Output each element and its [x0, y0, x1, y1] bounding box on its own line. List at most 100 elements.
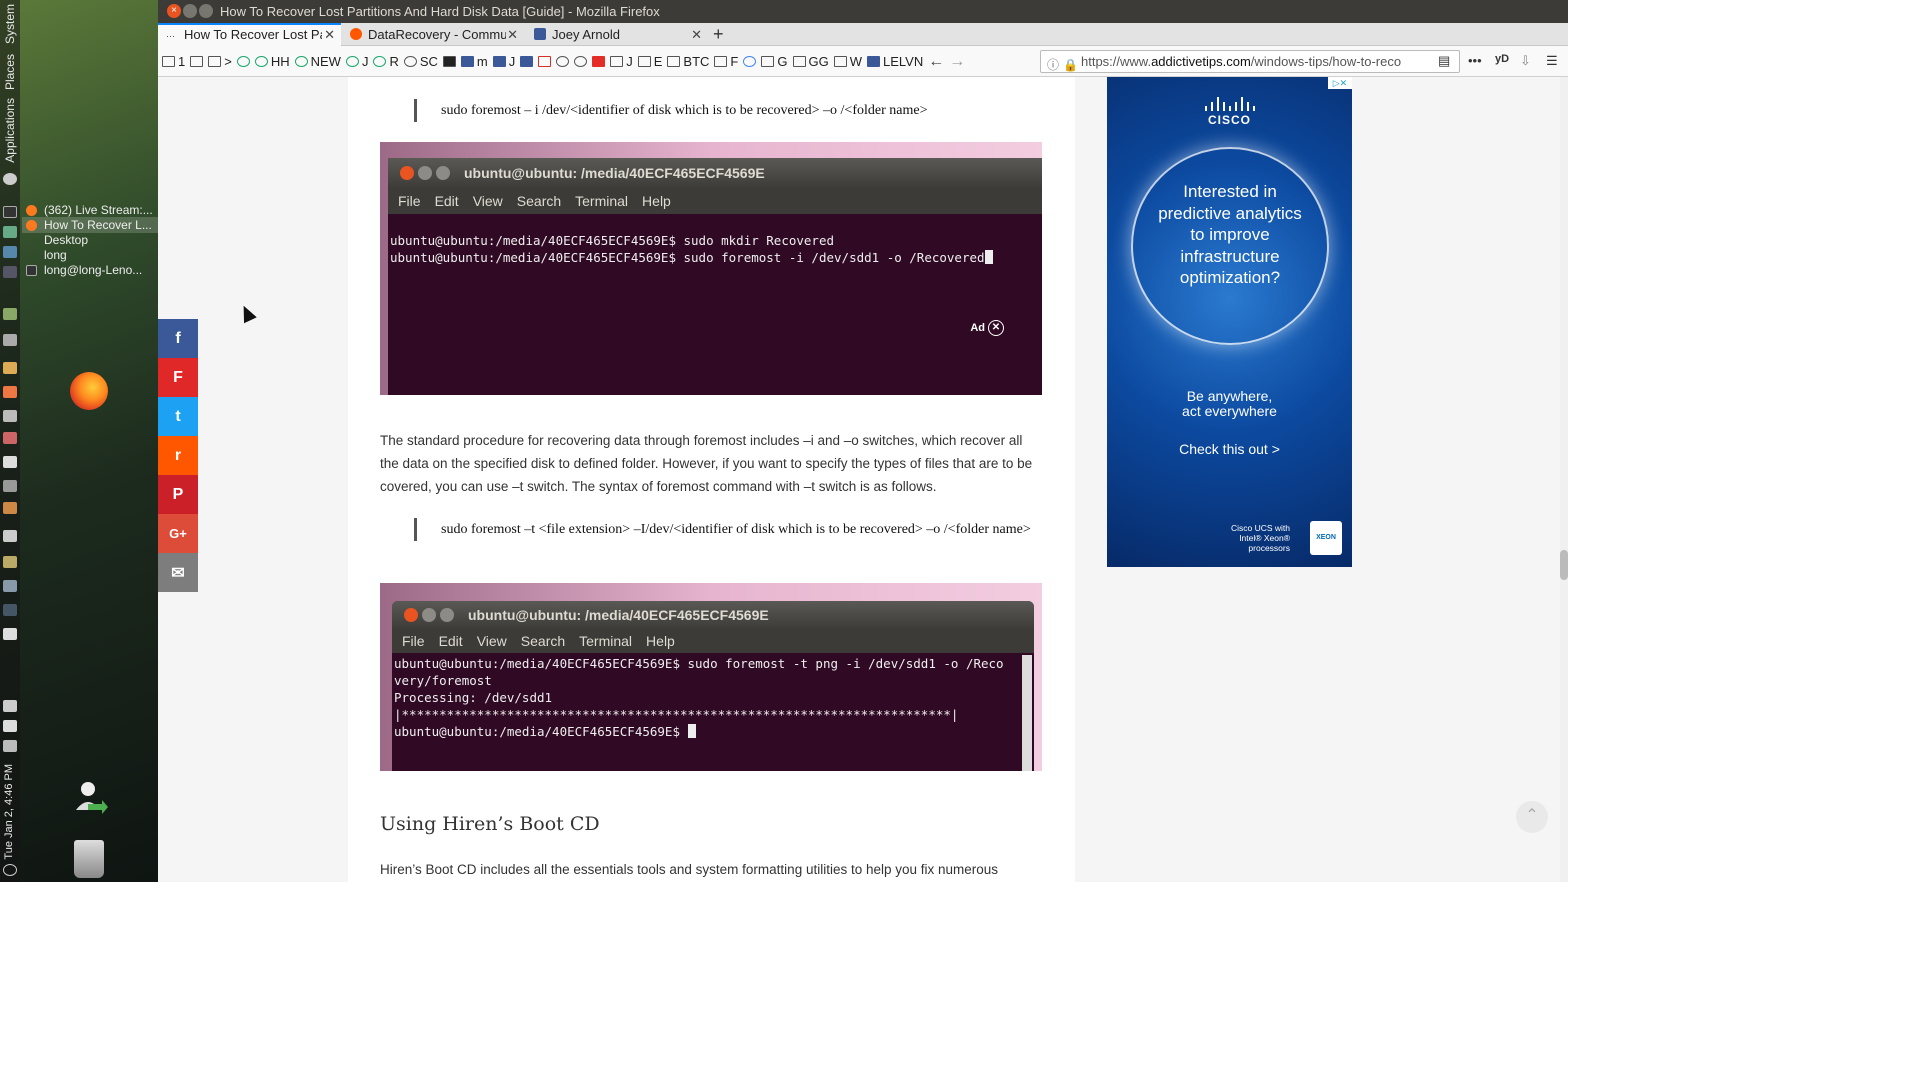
back-arrow-icon[interactable]: ← [928, 53, 944, 71]
share-reddit-button[interactable]: r [158, 436, 198, 475]
window-item-terminal[interactable]: long@long-Leno... [22, 262, 158, 278]
bookmark-10[interactable] [442, 56, 456, 67]
bookmark-folder-3[interactable]: > [208, 54, 232, 69]
maximize-window-button[interactable] [199, 4, 213, 18]
launcher-icon-6[interactable] [3, 432, 17, 444]
new-tab-button[interactable]: + [713, 23, 724, 45]
share-googleplus-button[interactable]: G+ [158, 514, 198, 553]
share-flipboard-button[interactable]: F [158, 358, 198, 397]
bookmark-folder-btc[interactable]: BTC [667, 54, 709, 69]
tab-how-to-recover[interactable]: ··· How To Recover Lost Pa ✕ [158, 23, 341, 46]
scrollbar-thumb[interactable] [1560, 550, 1568, 580]
forward-arrow-icon[interactable]: → [949, 53, 965, 71]
cisco-ad[interactable]: ▷✕ CISCO Interested in predictive analyt… [1107, 77, 1352, 567]
terminal-scrollbar[interactable] [1022, 655, 1032, 771]
tab-joey-arnold[interactable]: Joey Arnold ✕ [526, 23, 708, 46]
bookmark-youtube[interactable] [592, 56, 606, 67]
bookmark-hh[interactable]: HH [254, 54, 290, 69]
bookmark-gmail[interactable] [538, 56, 552, 67]
window-item-long[interactable]: long [22, 247, 158, 263]
power-icon[interactable] [3, 864, 17, 876]
battery-icon[interactable] [3, 740, 17, 752]
share-email-button[interactable]: ✉ [158, 553, 198, 592]
tab-datarecovery[interactable]: DataRecovery - Commun ✕ [342, 23, 524, 46]
launcher-icon-10[interactable] [3, 530, 17, 542]
bookmark-15[interactable] [556, 56, 570, 67]
close-tab-icon[interactable]: ✕ [691, 23, 702, 46]
reader-view-icon[interactable]: ▤ [1438, 53, 1450, 69]
menu-system[interactable]: System [3, 4, 17, 44]
window-item-recover[interactable]: How To Recover L... [22, 217, 158, 233]
bookmark-r[interactable]: R [373, 54, 399, 69]
bookmark-new[interactable]: NEW [294, 54, 341, 69]
share-pinterest-button[interactable]: P [158, 475, 198, 514]
bookmark-folder-j[interactable]: J [610, 54, 633, 69]
close-tab-icon[interactable]: ✕ [507, 23, 518, 46]
bookmark-j[interactable]: J [345, 54, 368, 69]
display-icon[interactable] [3, 266, 17, 278]
bookmark-folder-1[interactable]: 1 [162, 54, 185, 69]
bookmark-16[interactable] [574, 56, 588, 67]
share-twitter-button[interactable]: t [158, 397, 198, 436]
ubuntu-icon[interactable] [3, 173, 17, 185]
bookmark-folder-g[interactable]: G [761, 54, 788, 69]
launcher-icon-9[interactable] [3, 502, 17, 514]
url-bar[interactable]: ⓘ 🔒 https://www.addictivetips.com/window… [1040, 50, 1460, 73]
bookmark-fb[interactable] [520, 56, 534, 67]
menu-applications[interactable]: Applications [3, 98, 17, 163]
close-ad-icon[interactable]: ✕ [988, 320, 1004, 336]
launcher-icon-7[interactable] [3, 456, 17, 468]
menu-places[interactable]: Places [3, 54, 17, 90]
launcher-icon-14[interactable] [3, 628, 17, 640]
user-switch-icon[interactable] [72, 780, 108, 820]
launcher-icon-5[interactable] [3, 410, 17, 422]
terminal-icon[interactable] [3, 206, 17, 218]
launcher-icon-11[interactable] [3, 556, 17, 568]
scroll-to-top-button[interactable]: ⌃ [1516, 801, 1548, 833]
bookmark-4[interactable] [236, 56, 250, 67]
bookmark-folder-e[interactable]: E [637, 54, 662, 69]
bookmark-sc[interactable]: SC [403, 54, 438, 69]
volume-icon[interactable] [3, 720, 17, 732]
bookmark-folder-f[interactable]: F [714, 54, 738, 69]
window-item-desktop[interactable]: Desktop [22, 232, 158, 248]
bookmark-lelvn[interactable]: LELVN [867, 54, 923, 69]
bookmark-google[interactable] [743, 56, 757, 67]
bookmark-folder-gg[interactable]: GG [792, 54, 829, 69]
adchoices-icon[interactable]: ▷✕ [1328, 77, 1352, 89]
close-tab-icon[interactable]: ✕ [324, 25, 335, 45]
share-facebook-button[interactable]: f [158, 319, 198, 358]
menu-icon[interactable]: ☰ [1546, 53, 1558, 69]
launcher-icon-8[interactable] [3, 480, 17, 492]
close-window-button[interactable]: × [167, 4, 181, 18]
ad-cta-link[interactable]: Check this out > [1107, 441, 1352, 457]
page-scrollbar[interactable] [1560, 77, 1568, 882]
close-icon [404, 608, 418, 622]
page-actions-icon[interactable]: ••• [1468, 53, 1482, 68]
launcher-icon-13[interactable] [3, 604, 17, 616]
network-icon[interactable] [3, 700, 17, 712]
ad-badge[interactable]: Ad ✕ [970, 320, 1004, 336]
launcher-icon-4[interactable] [3, 386, 17, 398]
info-icon[interactable]: ⓘ [1047, 55, 1059, 72]
folder-icon [208, 56, 222, 67]
window-item-livestream[interactable]: (362) Live Stream:... [22, 202, 158, 218]
bookmark-m[interactable]: m [460, 54, 488, 69]
bookmark-folder-w[interactable]: W [833, 54, 862, 69]
firefox-desktop-icon[interactable] [70, 372, 108, 410]
bookmark-fb-j[interactable]: J [492, 54, 515, 69]
launcher-icon-2[interactable] [3, 334, 17, 346]
terminal-titlebar: ubuntu@ubuntu: /media/40ECF465ECF4569E [388, 158, 1042, 188]
bookmark-folder-2[interactable] [190, 56, 204, 67]
download-icon[interactable]: ⇩ [1520, 53, 1531, 69]
launcher-icon-12[interactable] [3, 580, 17, 592]
minimize-window-button[interactable] [183, 4, 197, 18]
lock-warning-icon[interactable]: 🔒 [1063, 55, 1078, 72]
launcher-icon-3[interactable] [3, 362, 17, 374]
clock[interactable]: Tue Jan 2, 4:46 PM [3, 764, 15, 860]
window-icon[interactable] [3, 246, 17, 258]
yd-extension-icon[interactable]: yD [1495, 53, 1509, 65]
trash-icon[interactable] [74, 840, 104, 878]
launcher-icon-1[interactable] [3, 308, 17, 320]
files-icon[interactable] [3, 226, 17, 238]
